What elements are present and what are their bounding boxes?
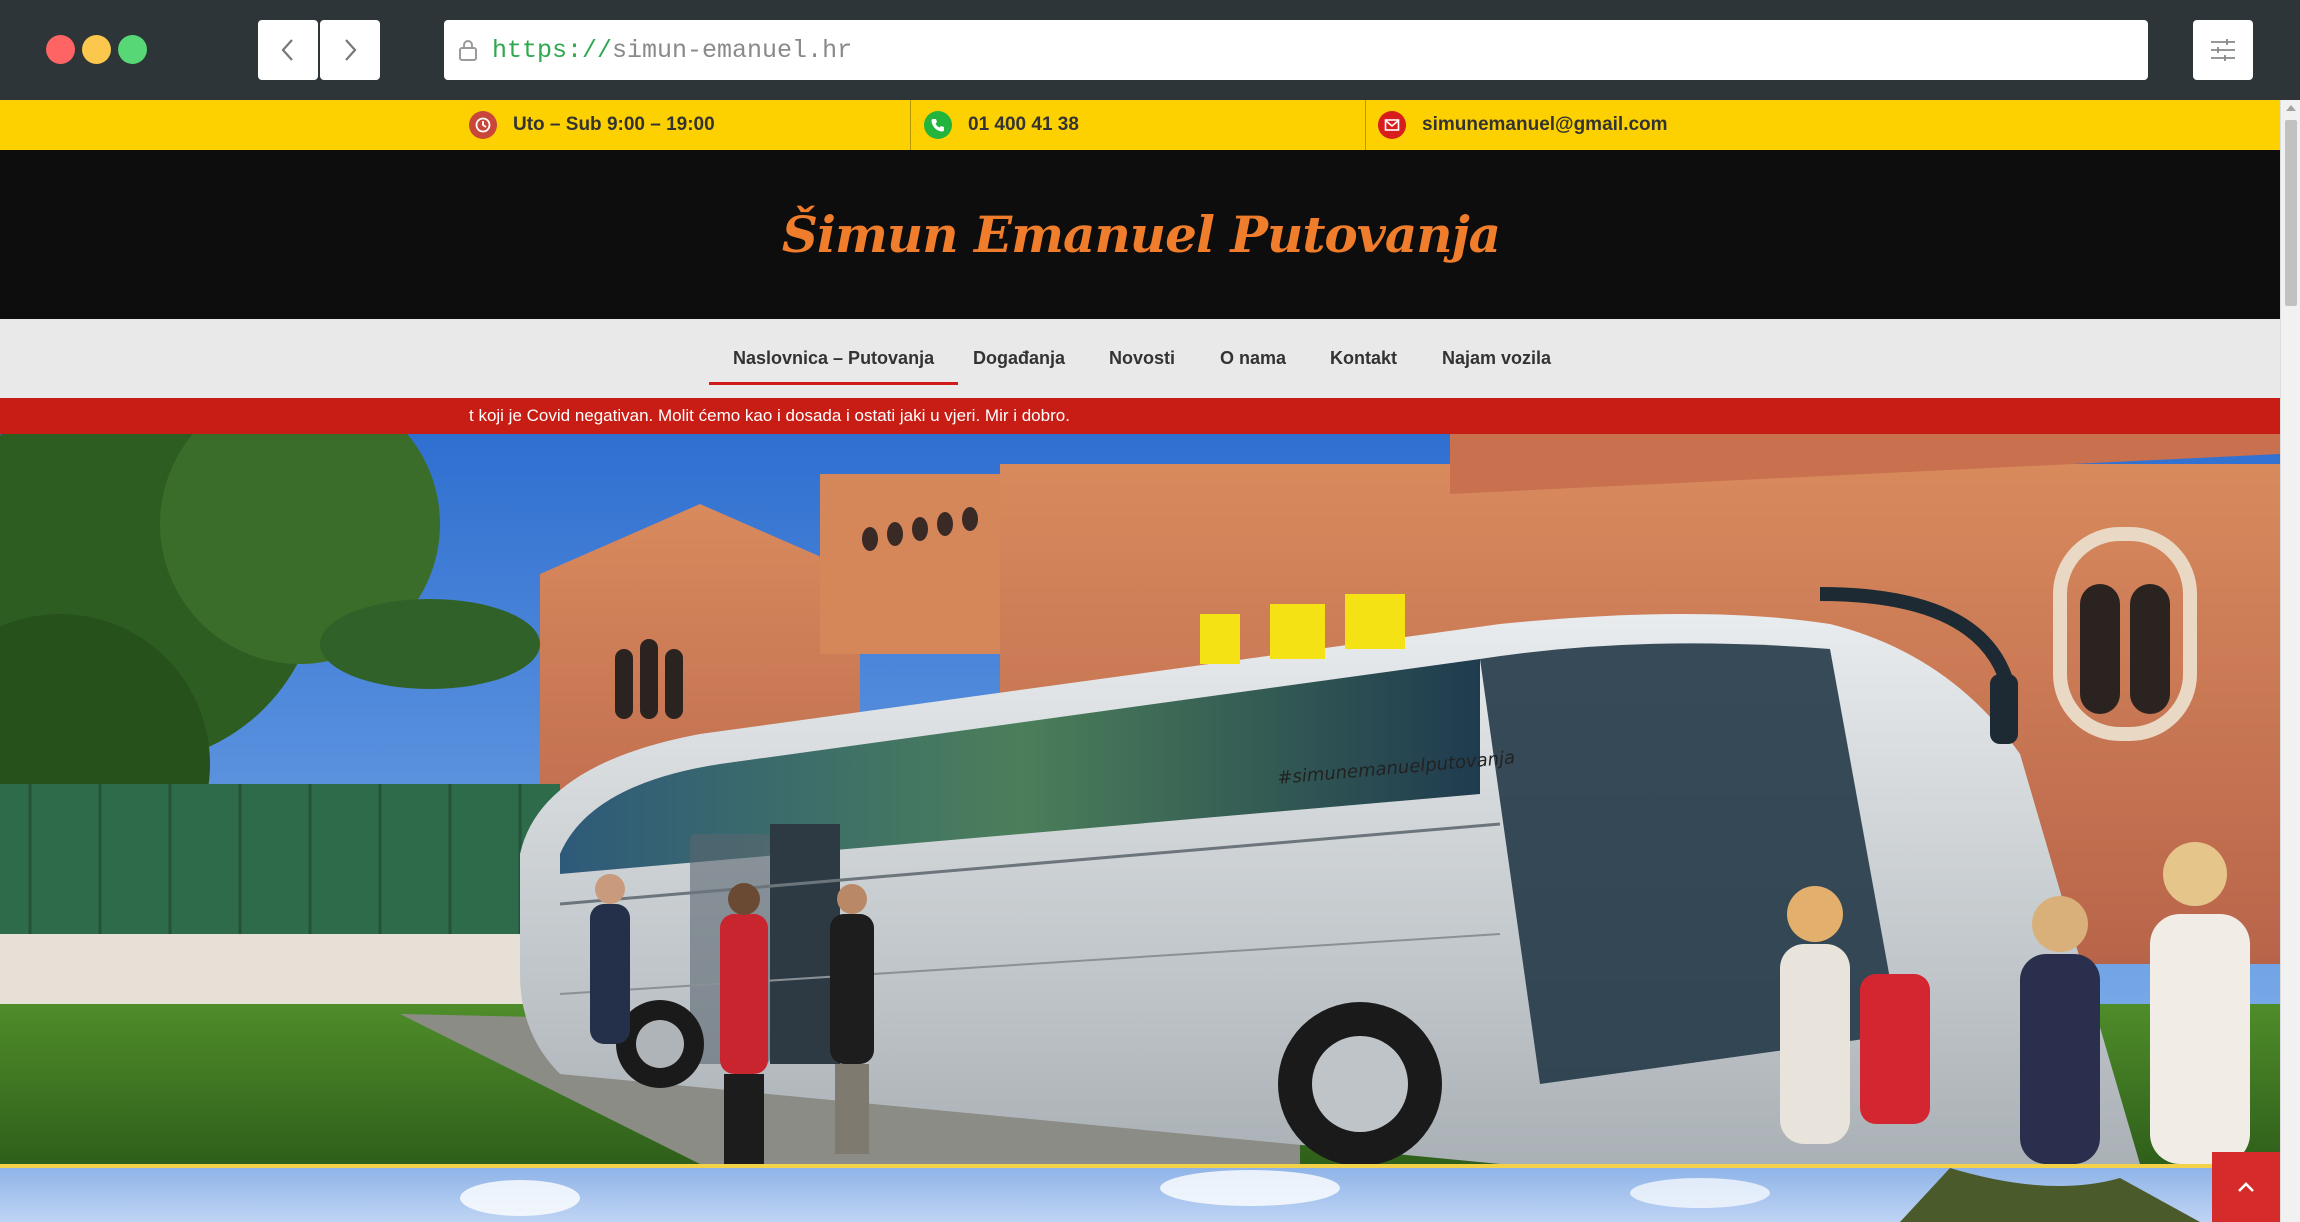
phone-number[interactable]: 01 400 41 38 <box>924 100 1079 150</box>
nav-item-kontakt[interactable]: Kontakt <box>1330 319 1397 398</box>
web-page: Uto – Sub 9:00 – 19:00 01 400 41 38 simu… <box>0 100 2280 1222</box>
forward-button[interactable] <box>320 20 380 80</box>
chevron-up-icon <box>2238 1182 2254 1192</box>
settings-sliders-icon <box>2211 39 2235 61</box>
opening-hours-text: Uto – Sub 9:00 – 19:00 <box>513 114 715 135</box>
nav-item-o-nama[interactable]: O nama <box>1220 319 1286 398</box>
scroll-to-top-button[interactable] <box>2212 1152 2280 1222</box>
forward-icon <box>345 39 357 61</box>
opening-hours: Uto – Sub 9:00 – 19:00 <box>469 100 715 150</box>
scroll-up-arrow[interactable] <box>2286 105 2296 111</box>
site-header: Šimun Emanuel Putovanja <box>0 150 2280 319</box>
site-title-logo[interactable]: Šimun Emanuel Putovanja <box>782 205 1501 264</box>
nav-item-naslovnica[interactable]: Naslovnica – Putovanja <box>708 319 959 398</box>
phone-number-text: 01 400 41 38 <box>968 114 1079 135</box>
bus-photo-illustration: #simunemanuelputovanja <box>0 434 2280 1164</box>
url-host: simun-emanuel.hr <box>612 35 853 65</box>
email-address-text: simunemanuel@gmail.com <box>1422 114 1668 135</box>
browser-chrome: https://simun-emanuel.hr <box>0 0 2300 100</box>
contact-info-bar: Uto – Sub 9:00 – 19:00 01 400 41 38 simu… <box>0 100 2280 150</box>
phone-icon <box>924 111 952 139</box>
info-divider <box>910 100 911 150</box>
window-maximize-dot[interactable] <box>118 35 147 64</box>
email-address[interactable]: simunemanuel@gmail.com <box>1378 100 1668 150</box>
next-section-preview <box>0 1168 2280 1222</box>
nav-item-najam-vozila[interactable]: Najam vozila <box>1442 319 1551 398</box>
nav-item-dogadanja[interactable]: Događanja <box>973 319 1065 398</box>
back-icon <box>281 39 293 61</box>
address-bar[interactable]: https://simun-emanuel.hr <box>444 20 2148 80</box>
page-scrollbar[interactable] <box>2280 100 2300 1222</box>
info-divider <box>1365 100 1366 150</box>
browser-menu-button[interactable] <box>2193 20 2253 80</box>
hero-slider-image: #simunemanuelputovanja <box>0 434 2280 1164</box>
window-minimize-dot[interactable] <box>82 35 111 64</box>
next-section-image <box>460 1168 2200 1222</box>
window-close-dot[interactable] <box>46 35 75 64</box>
news-ticker: t koji je Covid negativan. Molit ćemo ka… <box>0 398 2280 434</box>
page-viewport: Uto – Sub 9:00 – 19:00 01 400 41 38 simu… <box>0 100 2300 1222</box>
main-navigation: Naslovnica – Putovanja Događanja Novosti… <box>0 319 2280 398</box>
url-scheme: https:// <box>492 35 613 65</box>
lock-icon <box>459 40 477 61</box>
nav-item-novosti[interactable]: Novosti <box>1109 319 1175 398</box>
back-button[interactable] <box>258 20 318 80</box>
clock-icon <box>469 111 497 139</box>
envelope-icon <box>1378 111 1406 139</box>
news-ticker-text: t koji je Covid negativan. Molit ćemo ka… <box>469 406 1070 425</box>
url-text: https://simun-emanuel.hr <box>492 36 852 65</box>
scrollbar-thumb[interactable] <box>2285 120 2297 306</box>
